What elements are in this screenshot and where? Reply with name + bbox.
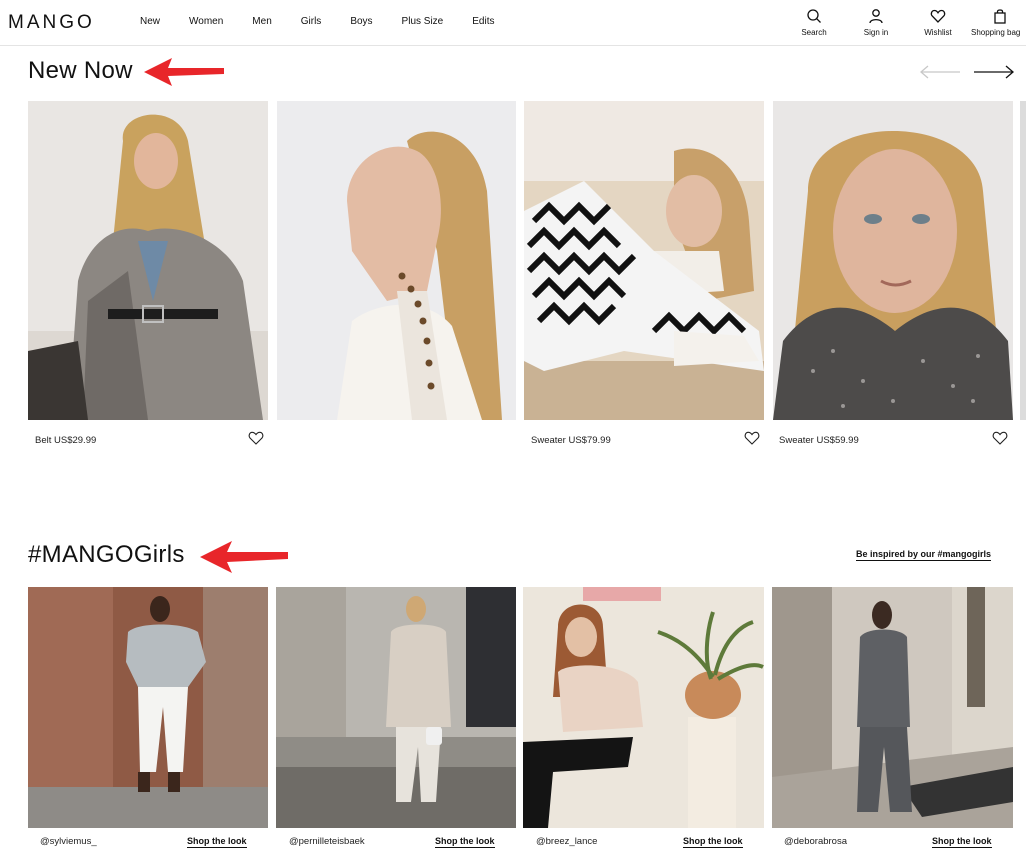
- look-image-1[interactable]: [28, 587, 268, 828]
- product-caption[interactable]: Sweater US$59.99: [779, 435, 859, 446]
- product-image-sweater-zigzag[interactable]: [524, 101, 764, 420]
- wishlist-heart-icon[interactable]: [992, 431, 1008, 445]
- slider-controls: [918, 62, 1018, 82]
- product-image-sweater-white[interactable]: [277, 101, 516, 420]
- site-header: MANGO New Women Men Girls Boys Plus Size…: [0, 0, 1026, 46]
- product-image-partial[interactable]: [1020, 101, 1026, 420]
- look-image-2[interactable]: [276, 587, 516, 828]
- inspired-link[interactable]: Be inspired by our #mangogirls: [856, 549, 992, 561]
- shop-the-look-link[interactable]: Shop the look: [932, 836, 992, 848]
- product-image-sweater-tweed[interactable]: [773, 101, 1013, 420]
- street-style-photo: [28, 587, 268, 828]
- bag-icon: [994, 9, 1006, 24]
- annotation-arrow-icon: [200, 541, 288, 573]
- next-arrow-icon[interactable]: [972, 62, 1016, 82]
- annotation-arrow-icon: [144, 58, 224, 86]
- wishlist-heart-icon[interactable]: [744, 431, 760, 445]
- shop-the-look-link[interactable]: Shop the look: [435, 836, 495, 848]
- new-now-title: New Now: [28, 57, 133, 84]
- wishlist-label: Wishlist: [924, 28, 952, 37]
- search-button[interactable]: Search: [784, 8, 844, 37]
- model-white-sweater-profile-photo: [277, 101, 516, 420]
- look-image-3[interactable]: [523, 587, 764, 828]
- shopping-bag-button[interactable]: Shopping bag: [968, 8, 1026, 37]
- look-handle[interactable]: @deborabrosa: [784, 836, 847, 847]
- product-caption[interactable]: Sweater US$79.99: [531, 435, 611, 446]
- sign-in-button[interactable]: Sign in: [846, 8, 906, 37]
- prev-arrow-icon[interactable]: [918, 62, 962, 82]
- search-icon: [807, 9, 821, 23]
- look-handle[interactable]: @breez_lance: [536, 836, 597, 847]
- mango-girls-title: #MANGOGirls: [28, 541, 185, 568]
- product-image-belt[interactable]: [28, 101, 268, 420]
- heart-icon: [930, 9, 946, 23]
- model-tweed-scarf-photo: [773, 101, 1013, 420]
- model-houndstooth-blazer-photo: [28, 101, 268, 420]
- user-icon: [869, 9, 883, 24]
- model-zigzag-sweater-photo: [524, 101, 764, 420]
- wishlist-heart-icon[interactable]: [248, 431, 264, 445]
- look-handle[interactable]: @sylviemus_: [40, 836, 97, 847]
- sign-in-label: Sign in: [863, 28, 889, 37]
- search-label: Search: [801, 28, 827, 37]
- shopping-bag-label: Shopping bag: [971, 28, 1021, 37]
- look-image-4[interactable]: [772, 587, 1013, 828]
- street-style-photo: [523, 587, 764, 828]
- street-style-photo: [276, 587, 516, 828]
- look-handle[interactable]: @pernilleteisbaek: [289, 836, 365, 847]
- street-style-photo: [772, 587, 1013, 828]
- header-actions: Search Sign in Wishlist Shopping bag: [0, 8, 1026, 42]
- shop-the-look-link[interactable]: Shop the look: [683, 836, 743, 848]
- shop-the-look-link[interactable]: Shop the look: [187, 836, 247, 848]
- wishlist-button[interactable]: Wishlist: [908, 8, 968, 37]
- product-caption[interactable]: Belt US$29.99: [35, 435, 96, 446]
